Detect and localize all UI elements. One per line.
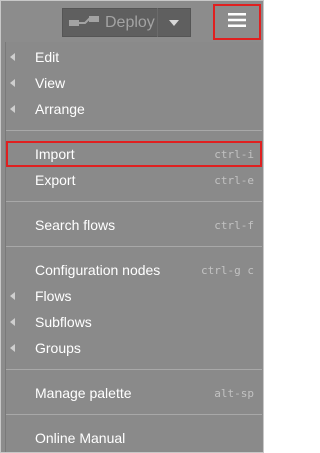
chevron-left-icon xyxy=(10,318,15,326)
menu-divider xyxy=(6,369,262,370)
app-frame: Deploy Edit View Arrange Import ctrl-i E… xyxy=(0,0,264,453)
deploy-label: Deploy xyxy=(105,13,155,31)
menu-item-label: Groups xyxy=(35,340,81,356)
menu-item-label: Export xyxy=(35,172,76,188)
menu-item-arrange[interactable]: Arrange xyxy=(6,96,262,122)
deploy-button[interactable]: Deploy xyxy=(62,8,191,37)
menu-item-groups[interactable]: Groups xyxy=(6,335,262,361)
hamburger-menu-icon xyxy=(228,12,246,32)
menu-item-label: Edit xyxy=(35,49,60,65)
menu-item-shortcut: ctrl-g c xyxy=(201,263,254,277)
deploy-flow-icon xyxy=(63,8,105,37)
caret-down-icon[interactable] xyxy=(157,8,190,37)
menu-item-label: Search flows xyxy=(35,217,116,233)
menu-item-view[interactable]: View xyxy=(6,70,262,96)
chevron-left-icon xyxy=(10,292,15,300)
menu-item-subflows[interactable]: Subflows xyxy=(6,309,262,335)
menu-item-configuration-nodes[interactable]: Configuration nodes ctrl-g c xyxy=(6,257,262,283)
menu-item-shortcut: alt-sp xyxy=(214,386,254,400)
menu-divider xyxy=(6,130,262,131)
import-highlight-box xyxy=(6,141,262,167)
chevron-left-icon xyxy=(10,79,15,87)
menu-item-label: Configuration nodes xyxy=(35,262,161,278)
menu-item-shortcut: ctrl-f xyxy=(214,218,254,232)
main-menu: Edit View Arrange Import ctrl-i Export c… xyxy=(5,42,262,452)
hamburger-menu-button[interactable] xyxy=(213,4,261,40)
menu-divider xyxy=(6,201,262,202)
menu-item-edit[interactable]: Edit xyxy=(6,44,262,70)
menu-divider xyxy=(6,414,262,415)
header-bar: Deploy xyxy=(1,1,263,41)
menu-item-label: Online Manual xyxy=(35,430,126,446)
menu-item-flows[interactable]: Flows xyxy=(6,283,262,309)
chevron-left-icon xyxy=(10,344,15,352)
menu-item-label: Arrange xyxy=(35,101,85,117)
menu-item-online-manual[interactable]: Online Manual xyxy=(6,425,262,451)
menu-item-export[interactable]: Export ctrl-e xyxy=(6,167,262,193)
chevron-left-icon xyxy=(10,53,15,61)
menu-item-label: Flows xyxy=(35,288,72,304)
menu-item-label: Manage palette xyxy=(35,385,132,401)
menu-item-label: View xyxy=(35,75,66,91)
menu-item-manage-palette[interactable]: Manage palette alt-sp xyxy=(6,380,262,406)
menu-item-label: Subflows xyxy=(35,314,92,330)
menu-item-search-flows[interactable]: Search flows ctrl-f xyxy=(6,212,262,238)
menu-divider xyxy=(6,246,262,247)
chevron-left-icon xyxy=(10,105,15,113)
menu-item-shortcut: ctrl-e xyxy=(214,173,254,187)
